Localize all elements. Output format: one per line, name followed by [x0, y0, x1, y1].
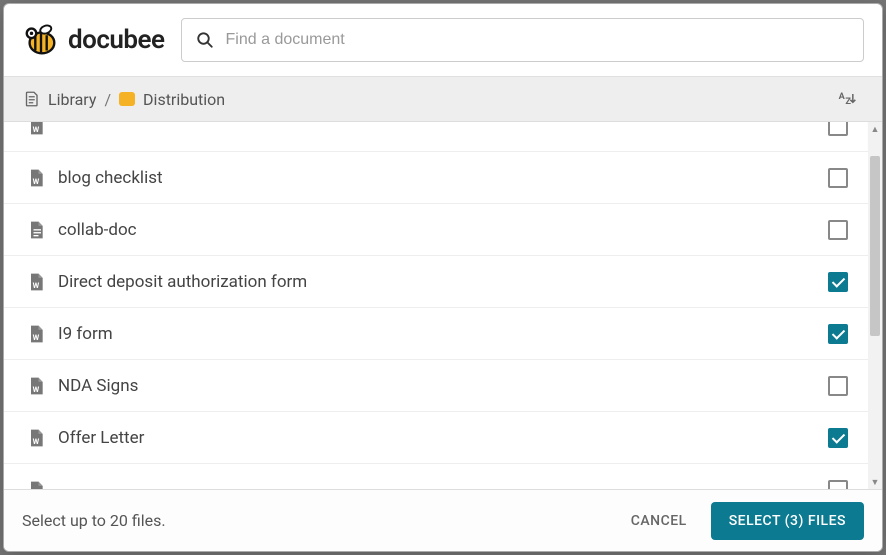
scroll-up-icon[interactable]: ▲ [868, 122, 882, 136]
search-icon [196, 31, 214, 49]
file-checkbox[interactable] [828, 168, 848, 188]
file-name: I9 form [58, 324, 828, 344]
file-name: Direct deposit authorization form [58, 272, 828, 292]
file-checkbox[interactable] [828, 122, 848, 136]
scrollbar[interactable]: ▲ ▼ [868, 122, 882, 489]
word-doc-icon: W [26, 479, 46, 490]
sort-az-icon: A Z [837, 89, 857, 109]
file-checkbox[interactable] [828, 272, 848, 292]
brand-name: docubee [68, 25, 165, 55]
word-doc-icon: W [26, 427, 46, 449]
file-name: Offer Letter [58, 428, 828, 448]
file-row[interactable]: W Direct deposit authorization form [4, 256, 868, 308]
select-files-button[interactable]: SELECT (3) FILES [711, 502, 864, 540]
file-checkbox[interactable] [828, 324, 848, 344]
doc-icon [26, 219, 46, 241]
library-icon [22, 90, 40, 108]
modal-footer: Select up to 20 files. CANCEL SELECT (3)… [4, 489, 882, 551]
svg-text:W: W [33, 176, 40, 185]
file-checkbox[interactable] [828, 428, 848, 448]
breadcrumb-current: Distribution [143, 90, 225, 109]
search-box[interactable] [181, 18, 864, 62]
brand-logo: docubee [22, 21, 165, 59]
file-name: collab-doc [58, 220, 828, 240]
selection-hint: Select up to 20 files. [22, 511, 166, 530]
word-doc-icon: W [26, 323, 46, 345]
sort-button[interactable]: A Z [830, 82, 864, 116]
file-name: NDA Signs [58, 376, 828, 396]
breadcrumb: Library / Distribution [22, 90, 225, 109]
file-picker-modal: docubee Library / Distribution A Z [3, 3, 883, 552]
file-row[interactable]: Wblog checklist [4, 152, 868, 204]
file-row[interactable]: W NDA Signs [4, 360, 868, 412]
search-input[interactable] [226, 31, 849, 49]
folder-icon [119, 92, 135, 106]
word-doc-icon: W [26, 271, 46, 293]
svg-text:W: W [33, 332, 40, 341]
file-list: WWblog checklistcollab-docWDirect deposi… [4, 122, 882, 489]
file-checkbox[interactable] [828, 480, 848, 490]
file-row[interactable]: W [4, 122, 868, 152]
scroll-down-icon[interactable]: ▼ [868, 475, 882, 489]
file-row[interactable]: W I9 form [4, 308, 868, 360]
file-checkbox[interactable] [828, 376, 848, 396]
file-row[interactable]: W Offer Letter [4, 412, 868, 464]
svg-text:W: W [33, 488, 40, 489]
file-row[interactable]: W [4, 464, 868, 489]
bee-icon [22, 21, 60, 59]
svg-text:W: W [33, 125, 40, 134]
file-checkbox[interactable] [828, 220, 848, 240]
modal-header: docubee [4, 4, 882, 76]
file-name: blog checklist [58, 168, 828, 188]
svg-text:W: W [33, 384, 40, 393]
breadcrumb-sep: / [104, 90, 111, 109]
word-doc-icon: W [26, 122, 46, 137]
footer-actions: CANCEL SELECT (3) FILES [631, 502, 864, 540]
svg-text:Z: Z [845, 97, 851, 107]
word-doc-icon: W [26, 375, 46, 397]
breadcrumb-root[interactable]: Library [48, 90, 96, 109]
breadcrumb-bar: Library / Distribution A Z [4, 76, 882, 122]
svg-text:W: W [33, 280, 40, 289]
cancel-button[interactable]: CANCEL [631, 513, 687, 529]
file-row[interactable]: collab-doc [4, 204, 868, 256]
svg-text:W: W [33, 436, 40, 445]
word-doc-icon: W [26, 167, 46, 189]
scrollbar-thumb[interactable] [870, 156, 880, 336]
